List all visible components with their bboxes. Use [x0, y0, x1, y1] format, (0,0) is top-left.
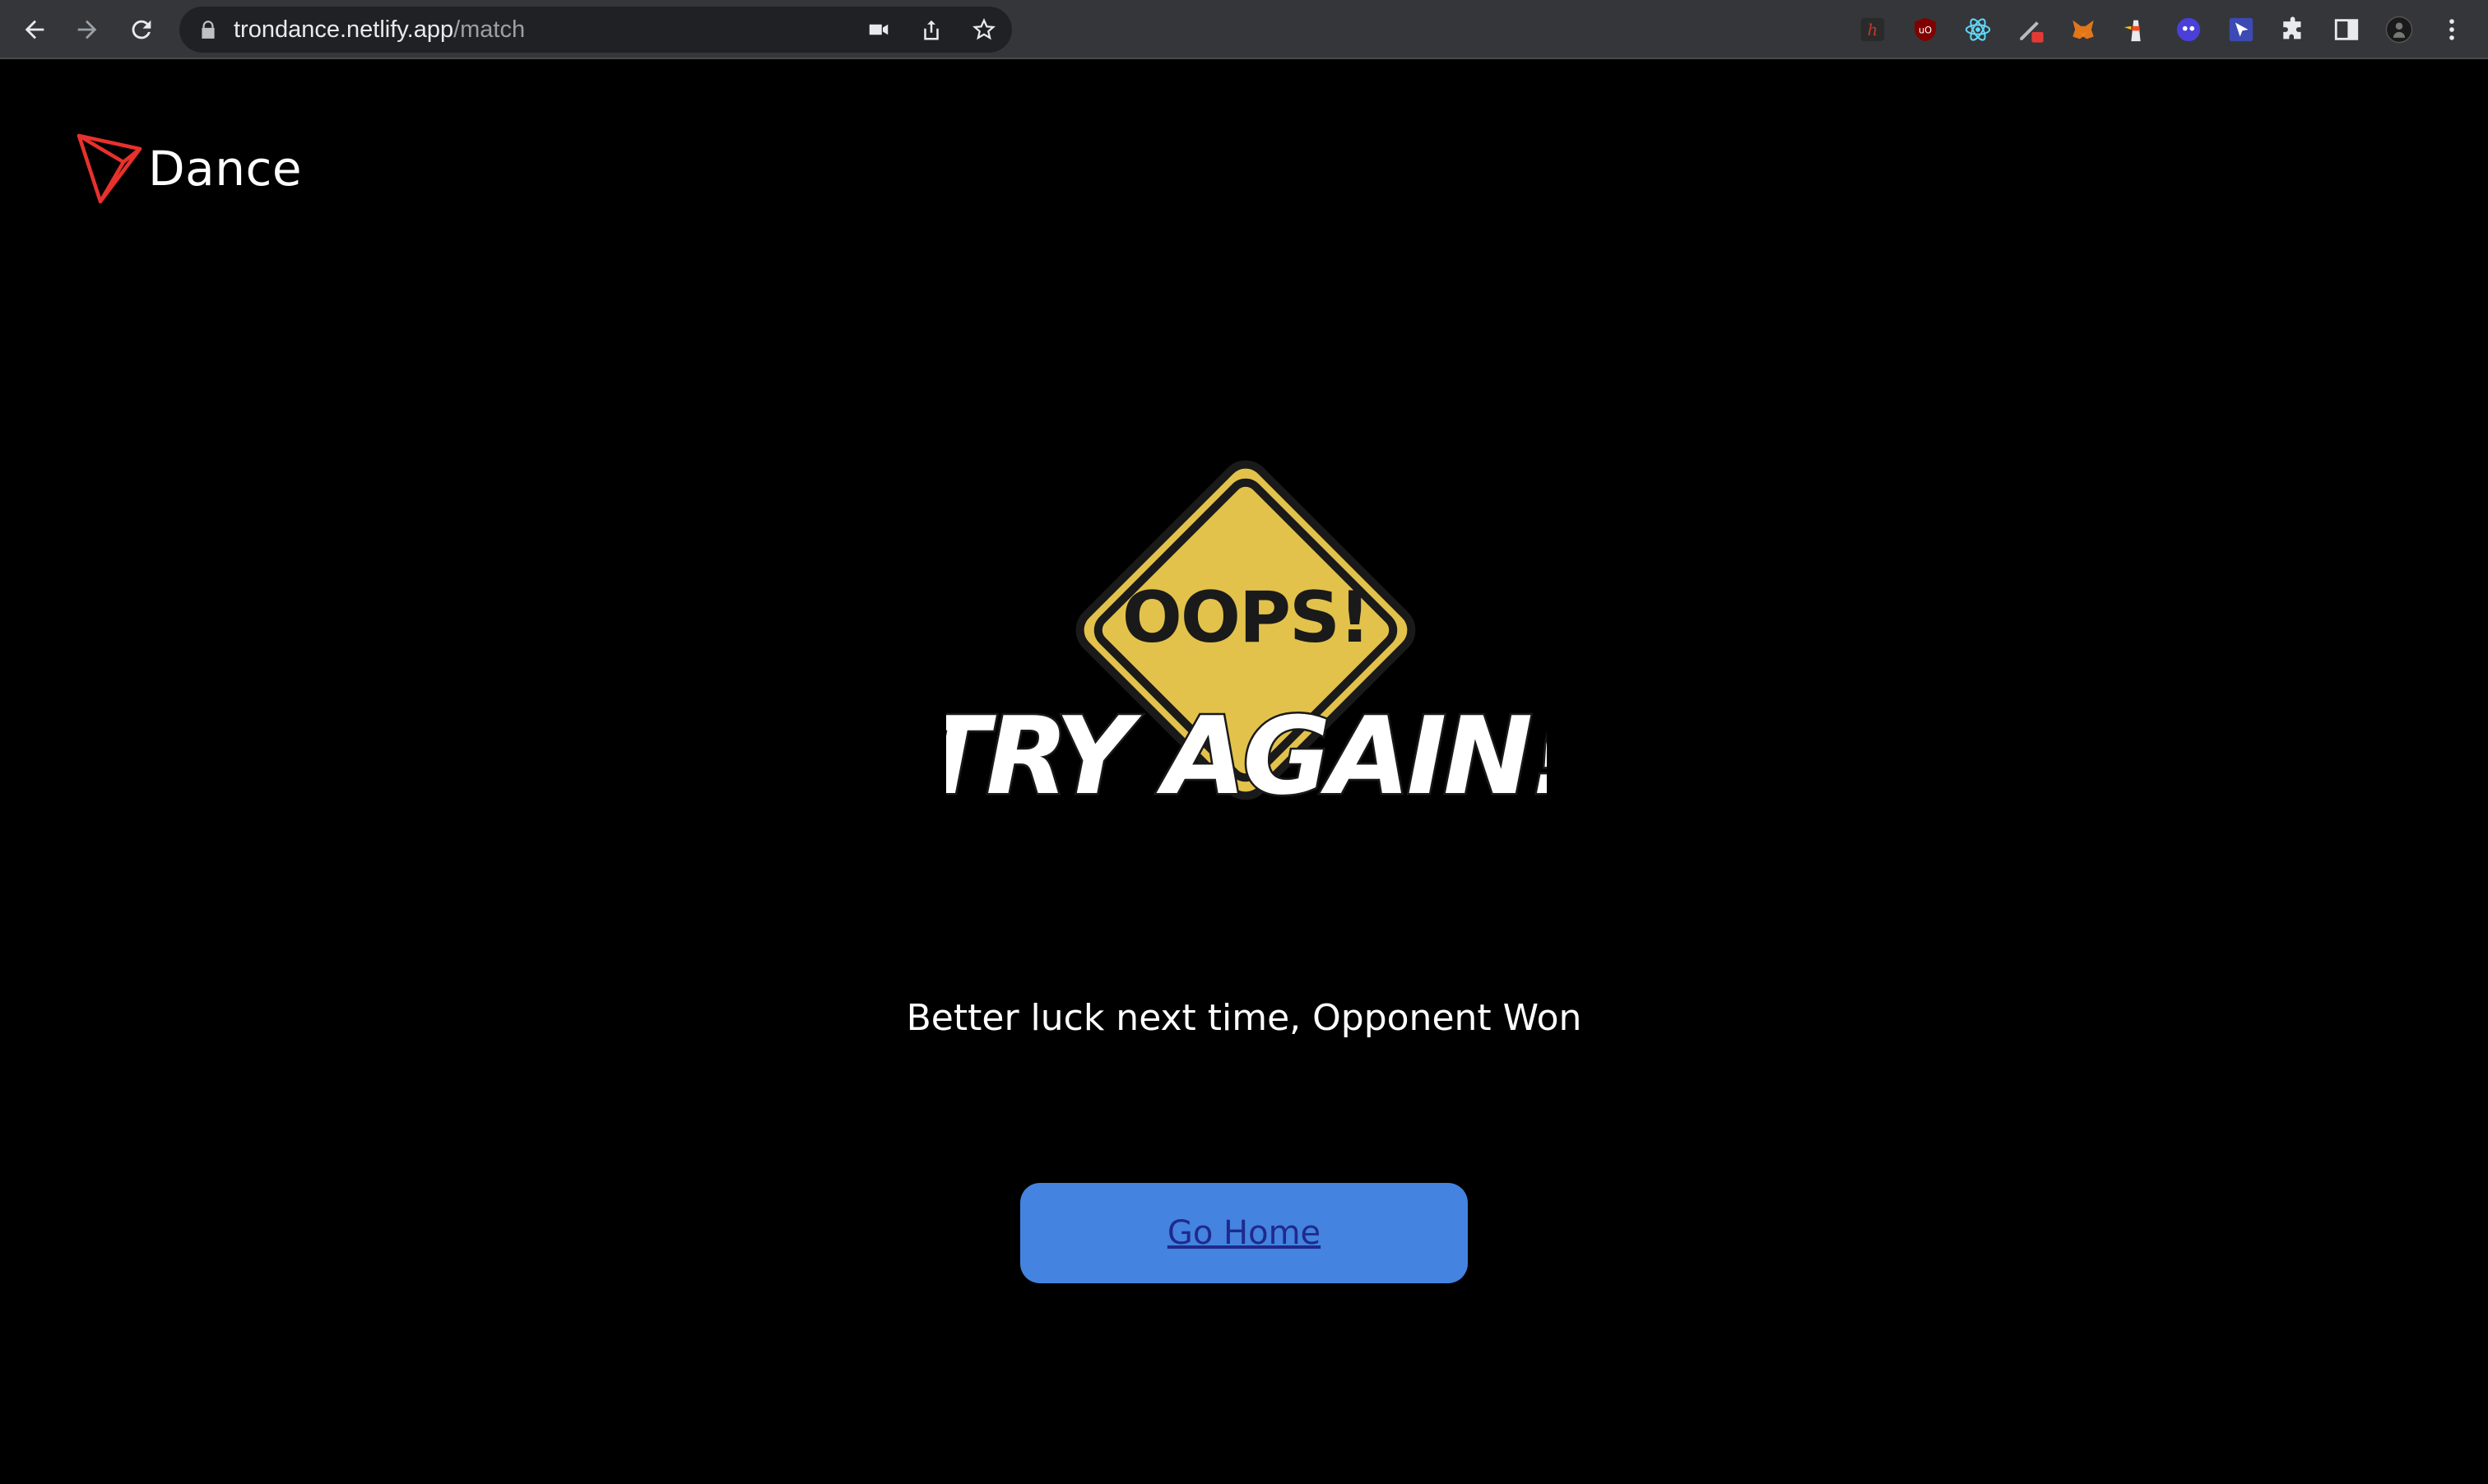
reload-icon — [132, 20, 151, 39]
ghost-extension-icon[interactable] — [2172, 13, 2205, 46]
lock-icon — [202, 21, 215, 39]
back-button[interactable] — [13, 8, 56, 51]
camera-icon[interactable] — [864, 15, 894, 44]
url-host: trondance.netlify.app — [234, 16, 454, 43]
oops-try-again-sign: OOPS! TRY AGAIN! — [946, 460, 1547, 821]
brand-logo-link[interactable]: Dance — [76, 132, 302, 206]
puzzle-extensions-icon[interactable] — [2277, 13, 2310, 46]
metamask-extension-icon[interactable] — [2067, 13, 2100, 46]
svg-text:h: h — [1868, 21, 1878, 39]
tron-logo-icon — [77, 133, 142, 204]
svg-text:uO: uO — [1919, 24, 1932, 35]
reload-button[interactable] — [120, 8, 163, 51]
go-home-button[interactable]: Go Home — [1020, 1183, 1468, 1283]
url-path: /match — [453, 16, 526, 43]
menu-kebab-icon[interactable] — [2435, 13, 2468, 46]
pen-extension-icon[interactable] — [2014, 13, 2047, 46]
share-icon[interactable] — [917, 15, 946, 44]
forward-button[interactable] — [66, 8, 109, 51]
sign-text-top: OOPS! — [1122, 577, 1369, 659]
lighthouse-extension-icon[interactable] — [2119, 13, 2152, 46]
forward-icon — [77, 20, 97, 39]
brand-name: Dance — [148, 141, 303, 197]
hypothesis-extension-icon[interactable]: h — [1856, 13, 1889, 46]
bookmark-star-icon[interactable] — [969, 15, 999, 44]
url-text: trondance.netlify.app/match — [234, 7, 525, 53]
address-bar[interactable]: trondance.netlify.app/match — [179, 7, 1012, 53]
cursor-extension-icon[interactable] — [2225, 13, 2258, 46]
result-message: Better luck next time, Opponent Won — [906, 997, 1582, 1039]
ublock-extension-icon[interactable]: uO — [1909, 13, 1942, 46]
back-icon — [25, 20, 44, 39]
react-devtools-extension-icon[interactable] — [1961, 13, 1994, 46]
sign-text-bottom: TRY AGAIN! — [946, 693, 1547, 819]
profile-avatar[interactable] — [2383, 13, 2416, 46]
page-content: Dance OOPS! TRY AGAIN! Better luck next … — [0, 61, 2488, 1484]
browser-toolbar: trondance.netlify.app/match h uO — [0, 0, 2488, 59]
side-panel-icon[interactable] — [2330, 13, 2363, 46]
